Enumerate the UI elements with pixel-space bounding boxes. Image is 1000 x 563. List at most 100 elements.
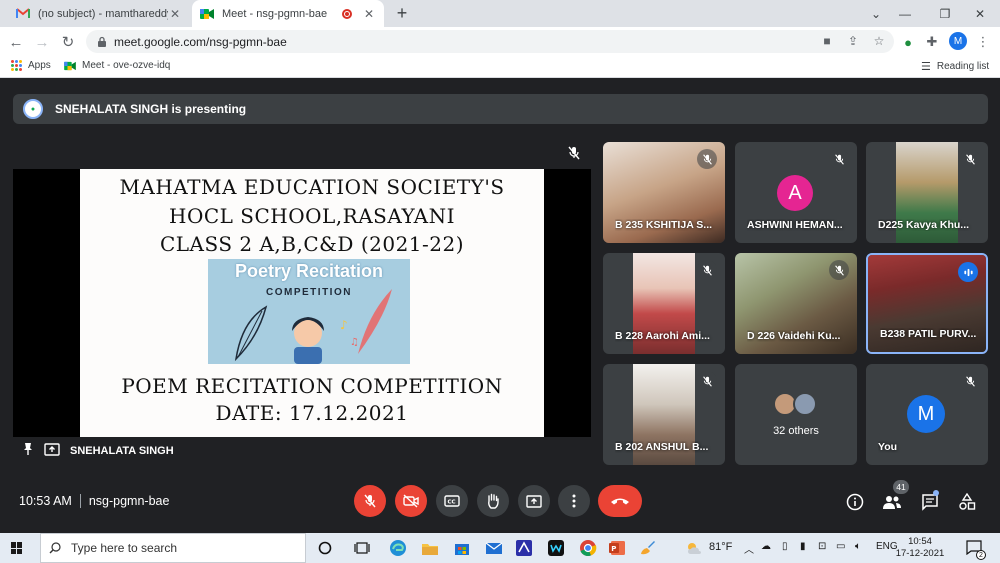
minimize-button[interactable]: — bbox=[885, 0, 925, 27]
slide-line-2: HOCL SCHOOL,RASAYANI bbox=[169, 204, 455, 228]
chrome-icon[interactable] bbox=[578, 538, 598, 558]
mic-off-icon bbox=[960, 149, 980, 169]
presenting-banner: ● SNEHALATA SINGH is presenting bbox=[13, 94, 988, 124]
task-view-icon[interactable] bbox=[352, 538, 372, 558]
others-tile[interactable]: 32 others bbox=[735, 364, 857, 465]
slide-line-1: MAHATMA EDUCATION SOCIETY'S bbox=[119, 175, 505, 199]
taskbar-search-input[interactable]: Type here to search bbox=[40, 533, 306, 563]
activities-button[interactable] bbox=[957, 492, 977, 512]
presentation-slide: MAHATMA EDUCATION SOCIETY'S HOCL SCHOOL,… bbox=[80, 169, 544, 437]
bookmark-star-icon[interactable]: ☆ bbox=[872, 34, 886, 48]
mail-icon[interactable] bbox=[484, 538, 504, 558]
participant-tile[interactable]: A ASHWINI HEMAN... bbox=[735, 142, 857, 243]
powerpoint-icon[interactable]: P bbox=[607, 538, 627, 558]
cortana-icon[interactable] bbox=[315, 538, 335, 558]
reading-list-icon: ☰ bbox=[921, 61, 931, 73]
close-tab-icon[interactable]: ✕ bbox=[362, 7, 376, 21]
capture-icon[interactable]: ⊡ bbox=[818, 541, 826, 552]
participant-name: D 226 Vaidehi Ku... bbox=[747, 330, 841, 342]
taskbar-clock[interactable]: 10:54 17-12-2021 bbox=[895, 536, 945, 560]
poetry-poster: Poetry Recitation COMPETITION ♪ ♫ bbox=[208, 259, 410, 364]
reading-list-button[interactable]: ☰ Reading list bbox=[921, 60, 989, 73]
pin-icon[interactable] bbox=[22, 442, 34, 459]
info-icon bbox=[846, 493, 864, 511]
menu-kebab-icon[interactable]: ⋮ bbox=[973, 32, 993, 52]
windows-start-icon[interactable] bbox=[11, 542, 23, 554]
participant-tile-speaking[interactable]: B238 PATIL PURV... bbox=[866, 253, 988, 354]
back-button[interactable]: ← bbox=[6, 32, 26, 52]
profile-avatar[interactable]: M bbox=[949, 32, 967, 50]
activities-shapes-icon bbox=[959, 493, 976, 510]
microphone-tray-icon[interactable]: ▮ bbox=[800, 541, 806, 552]
participant-name: B 228 Aarohi Ami... bbox=[615, 330, 710, 342]
more-vert-icon bbox=[572, 494, 576, 508]
tab-strip: (no subject) - mamthareddy@m ✕ Meet - ns… bbox=[0, 0, 1000, 27]
webex-icon[interactable] bbox=[546, 538, 566, 558]
more-options-button[interactable] bbox=[558, 485, 590, 517]
new-tab-button[interactable]: + bbox=[392, 3, 412, 24]
mic-off-icon bbox=[566, 145, 582, 161]
participants-button[interactable] bbox=[882, 492, 902, 512]
mic-off-icon bbox=[697, 260, 717, 280]
paint-icon[interactable] bbox=[638, 538, 658, 558]
lock-icon bbox=[98, 36, 106, 47]
mic-off-icon bbox=[697, 371, 717, 391]
participant-avatar: A bbox=[777, 175, 813, 211]
volume-icon[interactable]: 🔈︎ bbox=[855, 541, 861, 552]
mic-off-icon bbox=[960, 371, 980, 391]
camera-icon[interactable]: ■ bbox=[820, 34, 834, 48]
presenter-name: SNEHALATA SINGH bbox=[70, 444, 174, 457]
edge-icon[interactable] bbox=[388, 538, 408, 558]
close-tab-icon[interactable]: ✕ bbox=[168, 7, 182, 21]
self-tile[interactable]: M You bbox=[866, 364, 988, 465]
bookmark-meet[interactable]: Meet - ove-ozve-idq bbox=[64, 60, 170, 71]
bookmark-apps[interactable]: Apps bbox=[11, 60, 51, 71]
forward-button[interactable]: → bbox=[32, 32, 52, 52]
apps-grid-icon bbox=[11, 60, 22, 71]
slide-line-3: CLASS 2 A,B,C&D (2021-22) bbox=[159, 232, 465, 256]
mic-toggle-button[interactable] bbox=[354, 485, 386, 517]
battery-icon[interactable]: ▭ bbox=[836, 541, 845, 552]
tab-gmail[interactable]: (no subject) - mamthareddy@m ✕ bbox=[8, 0, 190, 27]
reload-button[interactable]: ↻ bbox=[58, 32, 78, 52]
participant-tile[interactable]: D225 Kavya Khu... bbox=[866, 142, 988, 243]
restore-button[interactable]: ❐ bbox=[925, 0, 965, 27]
captions-button[interactable]: CC bbox=[436, 485, 468, 517]
puzzle-icon[interactable]: ✚ bbox=[922, 32, 942, 52]
share-icon[interactable]: ⇪ bbox=[846, 34, 860, 48]
extension-icon[interactable]: ● bbox=[898, 32, 918, 52]
reading-list-label: Reading list bbox=[936, 61, 990, 72]
captions-icon: CC bbox=[444, 495, 460, 507]
file-explorer-icon[interactable] bbox=[420, 538, 440, 558]
store-icon[interactable] bbox=[452, 538, 472, 558]
participant-count-badge: 41 bbox=[893, 480, 909, 494]
close-window-button[interactable]: ✕ bbox=[960, 0, 1000, 27]
math-app-icon[interactable] bbox=[514, 538, 534, 558]
onedrive-icon[interactable]: ☁ bbox=[761, 541, 771, 552]
weather-icon[interactable] bbox=[684, 538, 704, 558]
usb-icon[interactable]: ▯ bbox=[782, 541, 788, 552]
leave-call-button[interactable] bbox=[598, 485, 642, 517]
participant-tile[interactable]: D 226 Vaidehi Ku... bbox=[735, 253, 857, 354]
show-hidden-icons[interactable]: ︿ bbox=[744, 541, 754, 556]
participant-tile[interactable]: B 228 Aarohi Ami... bbox=[603, 253, 725, 354]
raise-hand-button[interactable] bbox=[477, 485, 509, 517]
svg-text:CC: CC bbox=[448, 500, 456, 506]
participant-tile[interactable]: B 202 ANSHUL B... bbox=[603, 364, 725, 465]
camera-toggle-button[interactable] bbox=[395, 485, 427, 517]
meeting-info-button[interactable] bbox=[845, 492, 865, 512]
tab-meet[interactable]: Meet - nsg-pgmn-bae ✕ bbox=[192, 0, 384, 27]
presenter-label: SNEHALATA SINGH bbox=[22, 442, 174, 459]
camera-off-icon bbox=[403, 494, 419, 508]
participant-name: B 235 KSHITIJA S... bbox=[615, 219, 713, 231]
present-now-button[interactable] bbox=[518, 485, 550, 517]
gmail-icon bbox=[16, 7, 30, 21]
search-icon bbox=[49, 542, 61, 554]
slide-line-4: POEM RECITATION COMPETITION bbox=[121, 374, 503, 398]
address-bar[interactable]: meet.google.com/nsg-pgmn-bae ■ ⇪ ☆ bbox=[86, 30, 894, 53]
meeting-time: 10:53 AM bbox=[19, 494, 72, 508]
present-screen-icon bbox=[526, 494, 542, 508]
tab-title: Meet - nsg-pgmn-bae bbox=[222, 7, 328, 20]
participant-tile[interactable]: B 235 KSHITIJA S... bbox=[603, 142, 725, 243]
poster-illustration: ♪ ♫ bbox=[234, 289, 392, 364]
